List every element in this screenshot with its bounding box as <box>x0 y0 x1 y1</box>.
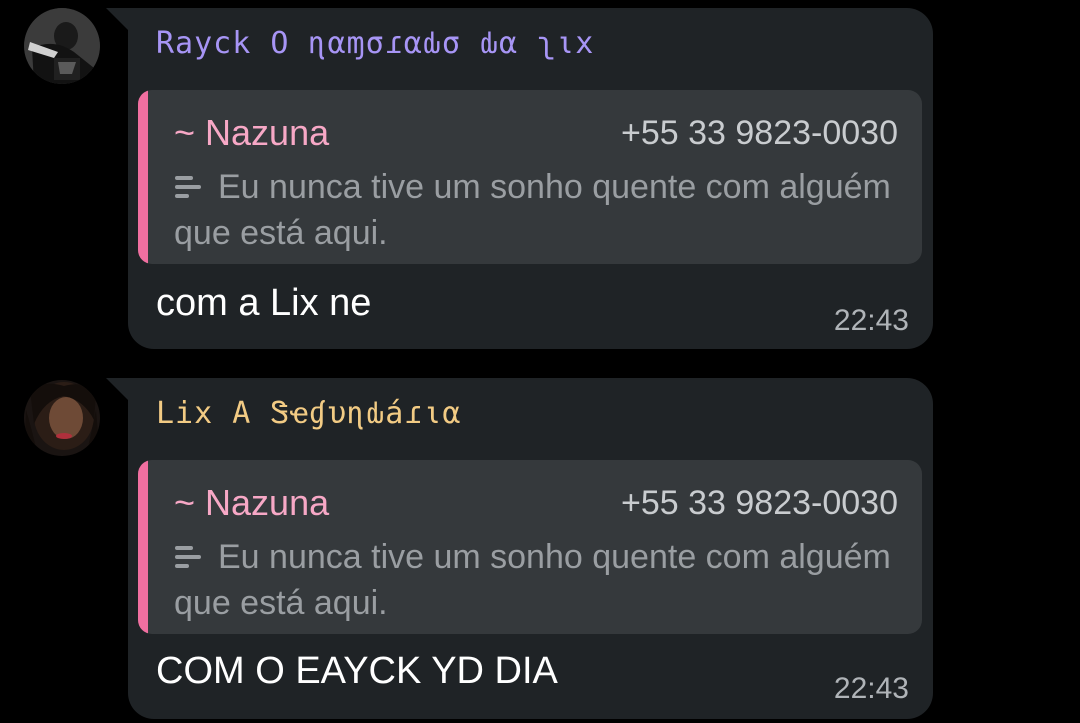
message-text: COM O EAYCK YD DIA <box>156 650 558 692</box>
text-lines-icon <box>174 536 204 568</box>
quoted-message[interactable]: ~ Nazuna +55 33 9823-0030 Eu nunca tive … <box>138 90 922 264</box>
quote-accent-bar <box>138 90 148 264</box>
quote-phone: +55 33 9823-0030 <box>621 484 898 522</box>
message-text: com a Lix ne <box>156 282 372 324</box>
quote-phone: +55 33 9823-0030 <box>621 114 898 152</box>
sender-name[interactable]: Lix A Ꮥҽɠυɳԃáɾια <box>156 396 461 433</box>
quote-author: ~ Nazuna <box>174 112 330 153</box>
bubble-tail <box>106 8 128 30</box>
message-bubble[interactable]: Rayck O ɳαɱσɾαԃσ ԃα ʅιx ~ Nazuna +55 33 … <box>106 8 933 349</box>
message-bubble[interactable]: Lix A Ꮥҽɠυɳԃáɾια ~ Nazuna +55 33 9823-00… <box>106 378 933 719</box>
quote-text-container: Eu nunca tive um sonho quente com alguém… <box>174 534 894 626</box>
message-time: 22:43 <box>833 672 909 705</box>
quote-text-container: Eu nunca tive um sonho quente com alguém… <box>174 164 894 256</box>
quote-accent-bar <box>138 460 148 634</box>
avatar[interactable] <box>24 8 100 84</box>
chat-view: Rayck O ɳαɱσɾαԃσ ԃα ʅιx ~ Nazuna +55 33 … <box>0 0 1080 723</box>
quote-text: Eu nunca tive um sonho quente com alguém… <box>174 168 891 252</box>
message-time: 22:43 <box>833 304 909 337</box>
avatar[interactable] <box>24 380 100 456</box>
bubble-tail <box>106 378 128 400</box>
quote-text: Eu nunca tive um sonho quente com alguém… <box>174 538 891 622</box>
quoted-message[interactable]: ~ Nazuna +55 33 9823-0030 Eu nunca tive … <box>138 460 922 634</box>
quote-author: ~ Nazuna <box>174 482 330 523</box>
sender-name[interactable]: Rayck O ɳαɱσɾαԃσ ԃα ʅιx <box>156 26 594 63</box>
text-lines-icon <box>174 166 204 198</box>
